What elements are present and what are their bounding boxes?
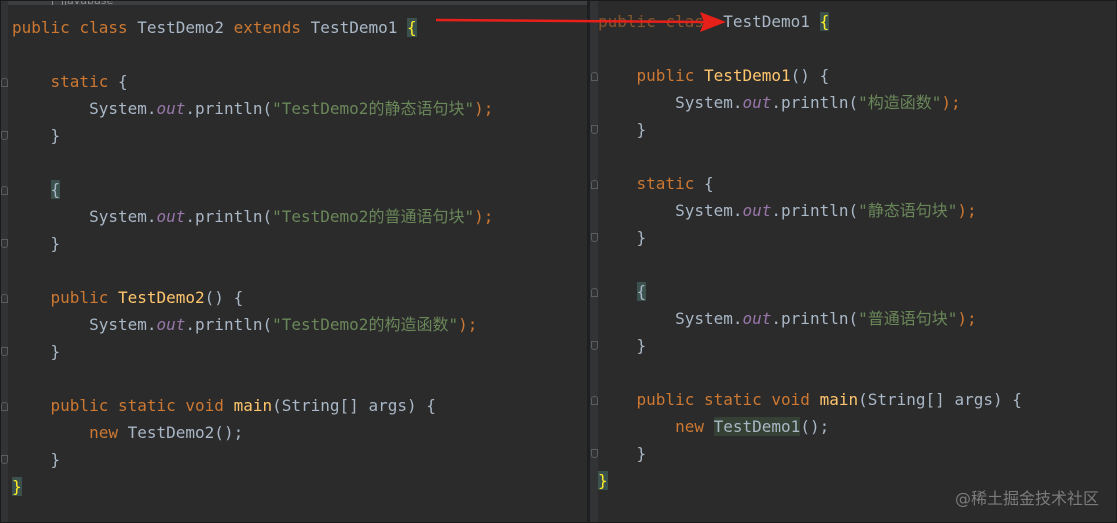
matched-brace: { <box>819 12 830 31</box>
code-line-static-block[interactable]: static { <box>12 68 128 95</box>
code-line-close-ctor[interactable]: } <box>12 338 61 365</box>
right-editor-pane[interactable]: public class TestDemo1 { public TestDemo… <box>590 0 1117 523</box>
watermark: @稀土掘金技术社区 <box>954 489 1099 508</box>
editor-tab-label[interactable]: javabase <box>64 0 113 5</box>
code-line-main[interactable]: public static void main(String[] args) { <box>598 386 1022 413</box>
code-line-close-static[interactable]: } <box>598 224 647 251</box>
file-icon <box>52 0 63 5</box>
code-line-instance-block-open[interactable]: { <box>12 176 61 203</box>
code-line-new-instance[interactable]: new TestDemo2(); <box>12 419 243 446</box>
code-line-close-class[interactable]: } <box>12 473 22 500</box>
code-line-new-instance[interactable]: new TestDemo1(); <box>598 413 829 440</box>
code-line-println-static[interactable]: System.out.println("TestDemo2的静态语句块"); <box>12 95 493 122</box>
code-line-println-static[interactable]: System.out.println("静态语句块"); <box>598 197 977 224</box>
fold-marker-icon[interactable] <box>1 294 8 303</box>
code-line-close-instance[interactable]: } <box>12 230 61 257</box>
code-line-println-ctor[interactable]: System.out.println("构造函数"); <box>598 89 961 116</box>
code-line-close-main[interactable]: } <box>12 446 61 473</box>
highlighted-identifier: TestDemo1 <box>713 417 801 436</box>
matched-brace: { <box>407 18 417 37</box>
fold-marker-icon[interactable] <box>591 125 598 134</box>
fold-marker-icon[interactable] <box>591 449 598 458</box>
fold-marker-icon[interactable] <box>1 131 8 140</box>
code-line-instance-block-open[interactable]: { <box>598 278 647 305</box>
code-line-main[interactable]: public static void main(String[] args) { <box>12 392 436 419</box>
code-line-close-ctor[interactable]: } <box>598 116 647 143</box>
code-line-close-instance[interactable]: } <box>598 332 647 359</box>
code-line-class-declaration[interactable]: public class TestDemo1 { <box>598 8 830 35</box>
fold-marker-icon[interactable] <box>591 288 598 297</box>
left-editor-pane[interactable]: javabase public class TestDemo2 extends … <box>0 0 588 523</box>
fold-marker-icon[interactable] <box>591 396 598 405</box>
obscured-class-keywords: public class <box>598 12 724 31</box>
code-line-class-declaration[interactable]: public class TestDemo2 extends TestDemo1… <box>12 14 417 41</box>
fold-marker-icon[interactable] <box>591 72 598 81</box>
code-line-println-instance[interactable]: System.out.println("TestDemo2的普通语句块"); <box>12 203 493 230</box>
fold-marker-icon[interactable] <box>1 347 8 356</box>
fold-marker-icon[interactable] <box>1 239 8 248</box>
editor-tab-strip: javabase <box>0 0 588 5</box>
code-line-close-static[interactable]: } <box>12 122 61 149</box>
code-line-println-ctor[interactable]: System.out.println("TestDemo2的构造函数"); <box>12 311 477 338</box>
code-line-constructor[interactable]: public TestDemo2() { <box>12 284 244 311</box>
fold-marker-icon[interactable] <box>591 180 598 189</box>
code-line-static-block[interactable]: static { <box>598 170 714 197</box>
code-line-close-class[interactable]: } <box>598 467 608 494</box>
fold-marker-icon[interactable] <box>591 233 598 242</box>
code-line-println-instance[interactable]: System.out.println("普通语句块"); <box>598 305 977 332</box>
fold-marker-icon[interactable] <box>1 78 8 87</box>
fold-marker-icon[interactable] <box>1 455 8 464</box>
fold-marker-icon[interactable] <box>1 186 8 195</box>
code-line-constructor[interactable]: public TestDemo1() { <box>598 62 830 89</box>
fold-marker-icon[interactable] <box>591 341 598 350</box>
code-line-close-main[interactable]: } <box>598 440 647 467</box>
fold-marker-icon[interactable] <box>1 402 8 411</box>
